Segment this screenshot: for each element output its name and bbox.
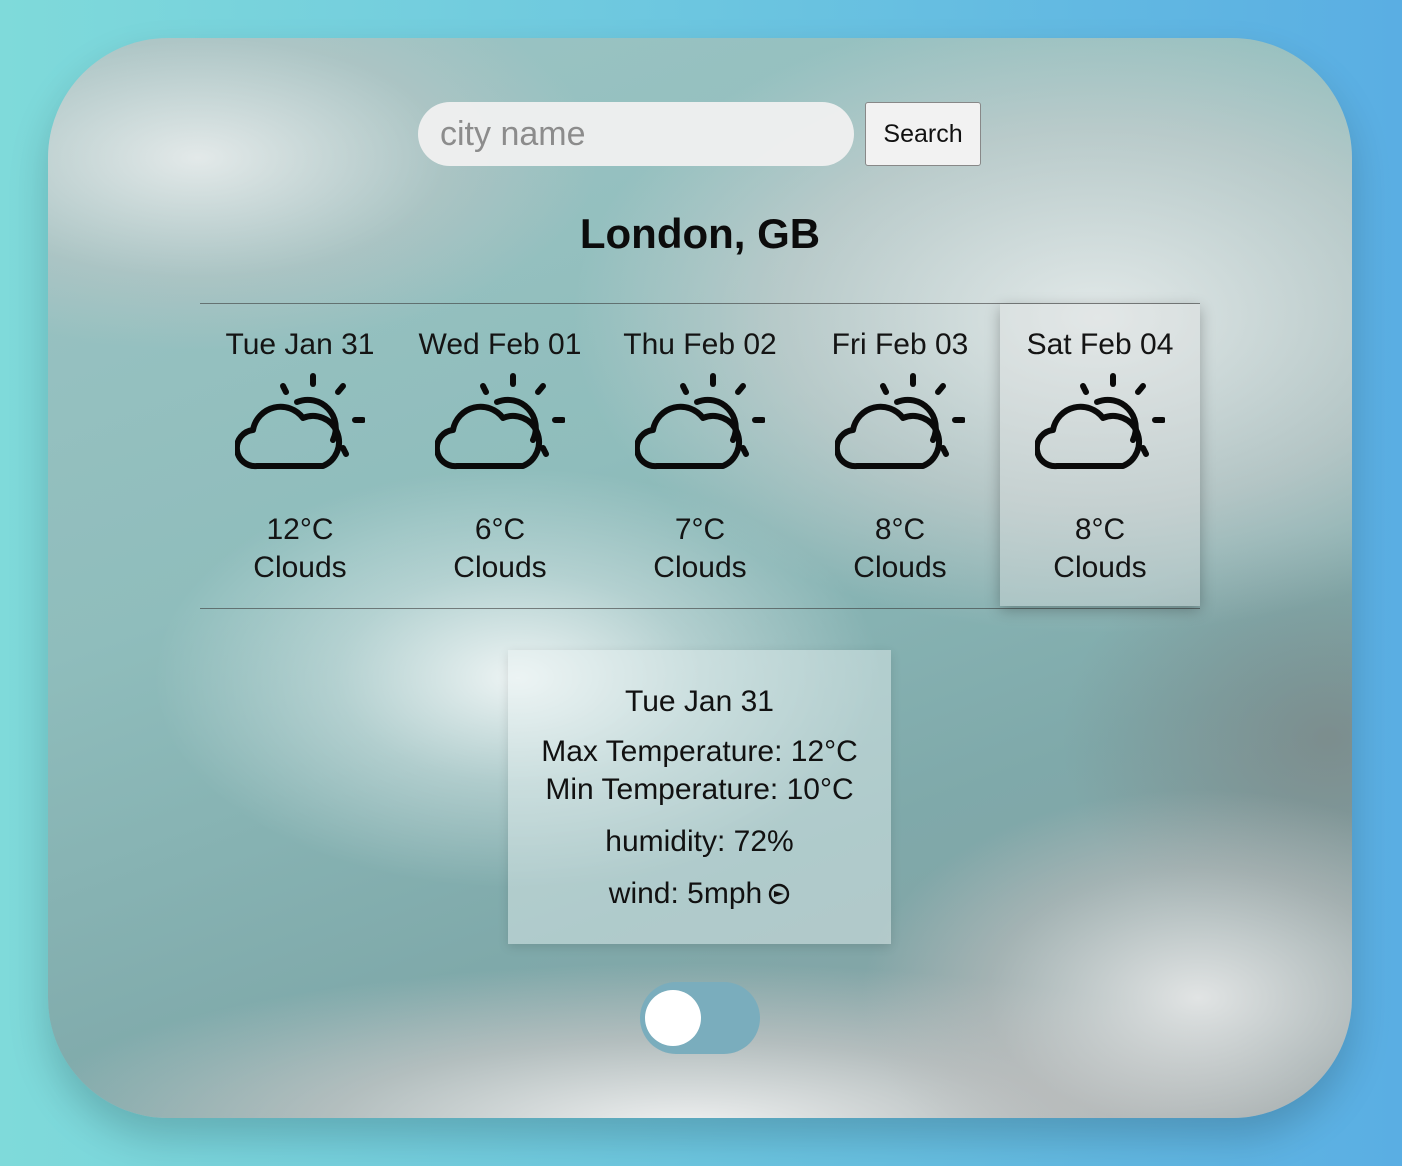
details-humidity: humidity: 72% <box>605 825 794 858</box>
search-button[interactable]: Search <box>865 102 981 166</box>
partly-cloudy-icon <box>835 373 965 470</box>
details-wind: wind: 5mph <box>608 877 763 910</box>
forecast-strip: Tue Jan 31 12°C Clouds Wed Feb 01 6°C Cl… <box>200 303 1200 609</box>
forecast-day-3[interactable]: Fri Feb 03 8°C Clouds <box>800 304 1000 606</box>
forecast-condition: Clouds <box>453 551 547 584</box>
weather-card: Search London, GB Tue Jan 31 12°C Clouds <box>48 38 1352 1118</box>
forecast-day-4[interactable]: Sat Feb 04 8°C Clouds <box>1000 304 1200 606</box>
forecast-condition: Clouds <box>853 551 947 584</box>
day-details-panel: Tue Jan 31 Max Temperature: 12°C Min Tem… <box>508 650 891 944</box>
details-min-temperature: Min Temperature: 10°C <box>545 773 854 806</box>
theme-toggle-switch[interactable] <box>640 982 760 1054</box>
partly-cloudy-icon <box>435 373 565 470</box>
forecast-temperature: 7°C <box>674 513 726 546</box>
forecast-condition: Clouds <box>1053 551 1147 584</box>
forecast-date: Thu Feb 02 <box>623 328 777 361</box>
forecast-date: Wed Feb 01 <box>418 328 582 361</box>
toggle-knob[interactable] <box>645 990 701 1046</box>
partly-cloudy-icon <box>1035 373 1165 470</box>
forecast-date: Tue Jan 31 <box>225 328 375 361</box>
forecast-date: Sat Feb 04 <box>1026 328 1174 361</box>
wind-direction-icon <box>769 883 790 905</box>
forecast-date: Fri Feb 03 <box>831 328 969 361</box>
details-wind-row: wind: 5mph <box>508 877 891 911</box>
forecast-temperature: 8°C <box>1074 513 1126 546</box>
partly-cloudy-icon <box>635 373 765 470</box>
forecast-condition: Clouds <box>253 551 347 584</box>
forecast-day-1[interactable]: Wed Feb 01 6°C Clouds <box>400 304 600 606</box>
forecast-temperature: 6°C <box>474 513 526 546</box>
forecast-temperature: 8°C <box>874 513 926 546</box>
forecast-condition: Clouds <box>653 551 747 584</box>
search-bar: Search <box>418 102 981 166</box>
city-title: London, GB <box>579 210 821 257</box>
forecast-day-0[interactable]: Tue Jan 31 12°C Clouds <box>200 304 400 606</box>
details-max-temperature: Max Temperature: 12°C <box>541 735 858 768</box>
forecast-temperature: 12°C <box>266 513 334 546</box>
city-search-input[interactable] <box>418 102 854 166</box>
partly-cloudy-icon <box>235 373 365 470</box>
forecast-day-2[interactable]: Thu Feb 02 7°C Clouds <box>600 304 800 606</box>
details-date: Tue Jan 31 <box>625 685 774 718</box>
